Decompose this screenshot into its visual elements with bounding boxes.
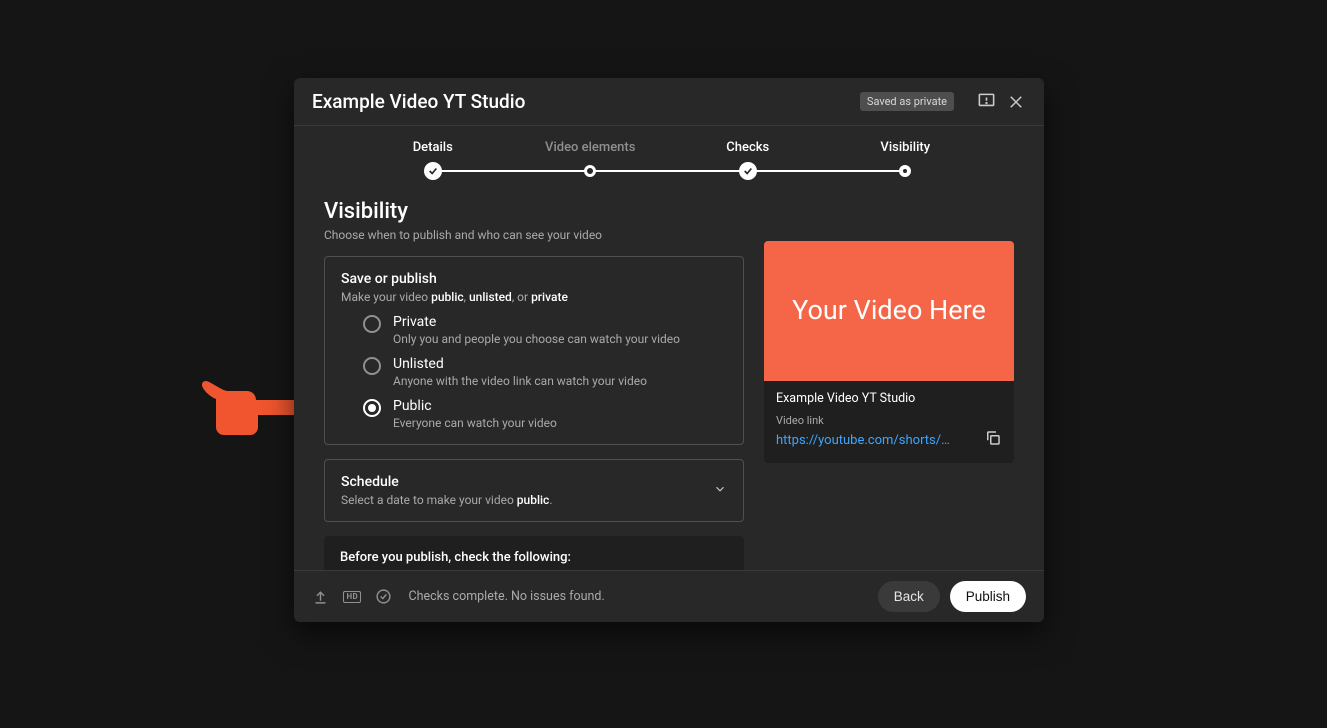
modal-footer: HD Checks complete. No issues found. Bac…	[294, 570, 1044, 622]
stepper: Details Video elements Checks	[294, 126, 1044, 191]
schedule-card[interactable]: Schedule Select a date to make your vide…	[324, 459, 744, 522]
radio-option-private[interactable]: Private Only you and people you choose c…	[363, 314, 727, 346]
modal-body: Visibility Choose when to publish and wh…	[294, 191, 1044, 570]
hd-badge: HD	[343, 591, 361, 603]
radio-icon	[363, 399, 381, 417]
video-preview-card: Your Video Here Example Video YT Studio …	[764, 241, 1014, 463]
preview-title: Example Video YT Studio	[776, 391, 1002, 406]
option-label: Private	[393, 314, 680, 330]
checks-passed-icon	[375, 588, 392, 605]
option-label: Unlisted	[393, 356, 647, 372]
close-icon[interactable]	[1006, 92, 1026, 112]
step-video-elements[interactable]: Video elements	[512, 140, 670, 181]
option-desc: Only you and people you choose can watch…	[393, 332, 680, 346]
step-done-icon	[424, 162, 442, 180]
video-thumbnail[interactable]: Your Video Here	[764, 241, 1014, 381]
option-desc: Everyone can watch your video	[393, 416, 557, 430]
modal-header: Example Video YT Studio Saved as private	[294, 78, 1044, 126]
save-or-publish-card: Save or publish Make your video public, …	[324, 256, 744, 445]
step-label: Video elements	[512, 140, 670, 155]
section-subheading: Choose when to publish and who can see y…	[324, 228, 744, 242]
chevron-down-icon	[713, 481, 727, 500]
feedback-icon[interactable]	[976, 92, 996, 112]
step-label: Checks	[669, 140, 827, 155]
schedule-sub: Select a date to make your video public.	[341, 493, 553, 507]
upload-modal: Example Video YT Studio Saved as private…	[294, 78, 1044, 622]
step-pending-icon	[584, 165, 596, 177]
schedule-title: Schedule	[341, 474, 553, 490]
save-status-badge: Saved as private	[860, 92, 954, 111]
radio-option-public[interactable]: Public Everyone can watch your video	[363, 398, 727, 430]
step-details[interactable]: Details	[354, 140, 512, 181]
publish-button[interactable]: Publish	[950, 581, 1026, 612]
video-link[interactable]: https://youtube.com/shorts/HK…	[776, 433, 956, 448]
step-label: Details	[354, 140, 512, 155]
radio-icon	[363, 315, 381, 333]
copy-icon[interactable]	[984, 429, 1002, 451]
before-publish-note: Before you publish, check the following:	[324, 536, 744, 570]
back-button[interactable]: Back	[878, 581, 940, 612]
card-subtitle: Make your video public, unlisted, or pri…	[341, 290, 727, 304]
option-desc: Anyone with the video link can watch you…	[393, 374, 647, 388]
step-done-icon	[739, 162, 757, 180]
step-visibility[interactable]: Visibility	[827, 140, 985, 181]
section-heading: Visibility	[324, 199, 744, 224]
step-label: Visibility	[827, 140, 985, 155]
pointing-hand-icon	[202, 375, 296, 441]
step-checks[interactable]: Checks	[669, 140, 827, 181]
upload-status-icon	[312, 588, 329, 605]
card-title: Save or publish	[341, 271, 727, 287]
step-current-icon	[899, 165, 911, 177]
radio-icon	[363, 357, 381, 375]
link-label: Video link	[776, 414, 1002, 427]
option-label: Public	[393, 398, 557, 414]
footer-status-text: Checks complete. No issues found.	[408, 589, 604, 604]
modal-title: Example Video YT Studio	[312, 90, 860, 113]
radio-option-unlisted[interactable]: Unlisted Anyone with the video link can …	[363, 356, 727, 388]
